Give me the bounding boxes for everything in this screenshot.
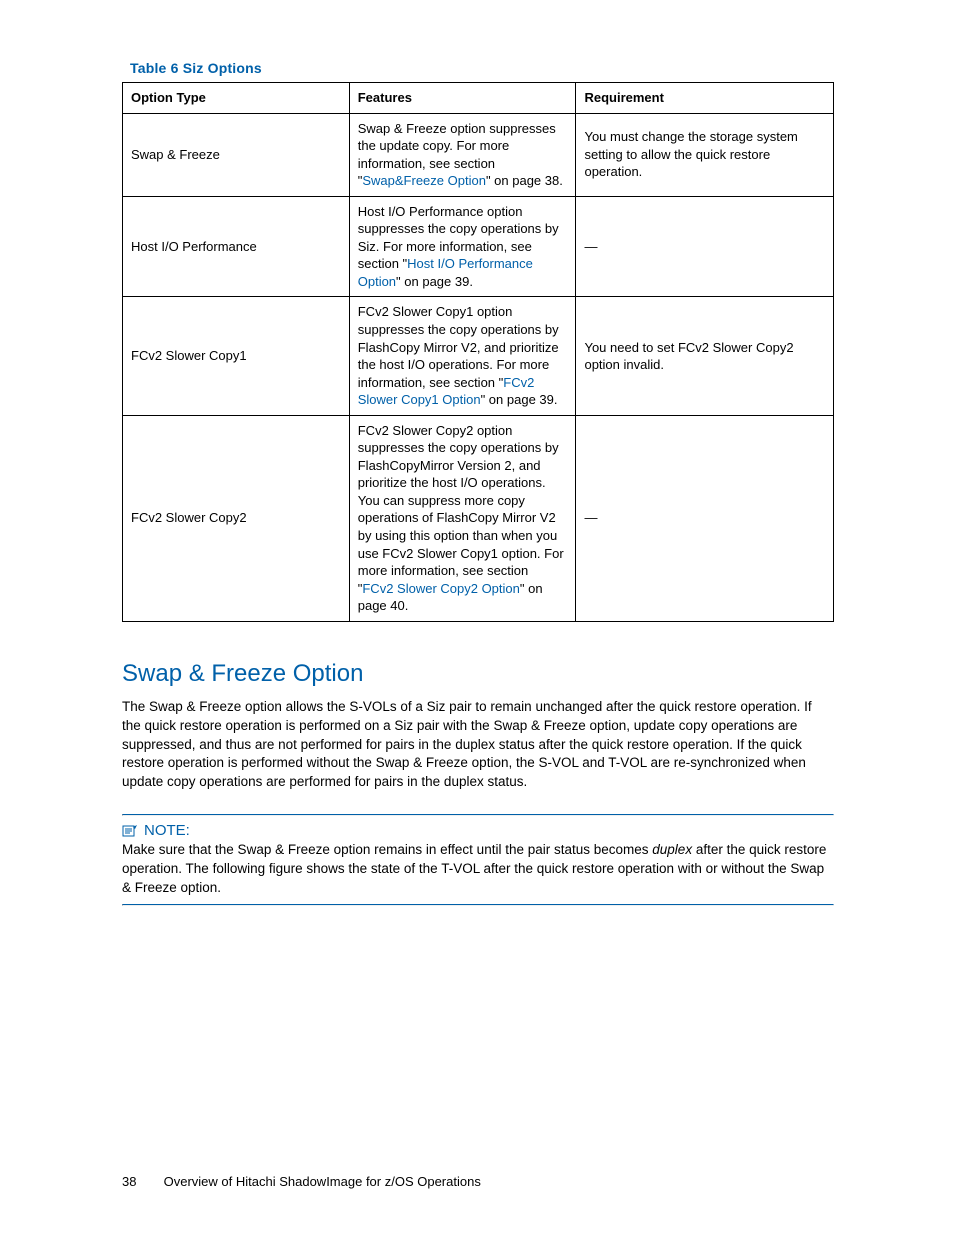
cell-requirement: — [576,196,834,297]
section-heading-swap-freeze: Swap & Freeze Option [122,660,834,688]
page-number: 38 [122,1174,160,1189]
cell-option-type: FCv2 Slower Copy2 [123,415,350,621]
col-header-requirement: Requirement [576,83,834,114]
cell-text: FCv2 Slower Copy2 option suppresses the … [358,423,564,596]
link-swap-freeze-option[interactable]: Swap&Freeze Option [362,173,486,188]
link-fcv2-slower-copy2-option[interactable]: FCv2 Slower Copy2 Option [362,581,520,596]
table-row: FCv2 Slower Copy2 FCv2 Slower Copy2 opti… [123,415,834,621]
note-icon [122,824,138,838]
note-body: Make sure that the Swap & Freeze option … [122,841,834,898]
col-header-option-type: Option Type [123,83,350,114]
note-rule-top [122,814,834,816]
cell-text: " on page 39. [481,392,558,407]
siz-options-table: Option Type Features Requirement Swap & … [122,82,834,622]
cell-option-type: Host I/O Performance [123,196,350,297]
cell-option-type: Swap & Freeze [123,113,350,196]
cell-option-type: FCv2 Slower Copy1 [123,297,350,415]
table-row: FCv2 Slower Copy1 FCv2 Slower Copy1 opti… [123,297,834,415]
footer-title: Overview of Hitachi ShadowImage for z/OS… [164,1174,481,1189]
note-rule-bottom [122,904,834,906]
note-label: NOTE: [144,822,190,839]
cell-features: Host I/O Performance option suppresses t… [349,196,576,297]
table-row: Swap & Freeze Swap & Freeze option suppr… [123,113,834,196]
note-text: Make sure that the Swap & Freeze option … [122,842,652,857]
col-header-features: Features [349,83,576,114]
cell-requirement: You need to set FCv2 Slower Copy2 option… [576,297,834,415]
table-row: Host I/O Performance Host I/O Performanc… [123,196,834,297]
table-header-row: Option Type Features Requirement [123,83,834,114]
cell-features: FCv2 Slower Copy2 option suppresses the … [349,415,576,621]
cell-requirement: — [576,415,834,621]
page-footer: 38 Overview of Hitachi ShadowImage for z… [122,1174,481,1189]
cell-text: " on page 39. [396,274,473,289]
section-body: The Swap & Freeze option allows the S-VO… [122,698,834,792]
cell-text: " on page 38. [486,173,563,188]
note-italic: duplex [652,842,692,857]
cell-requirement: You must change the storage system setti… [576,113,834,196]
cell-features: FCv2 Slower Copy1 option suppresses the … [349,297,576,415]
cell-features: Swap & Freeze option suppresses the upda… [349,113,576,196]
table-caption: Table 6 Siz Options [130,60,834,76]
